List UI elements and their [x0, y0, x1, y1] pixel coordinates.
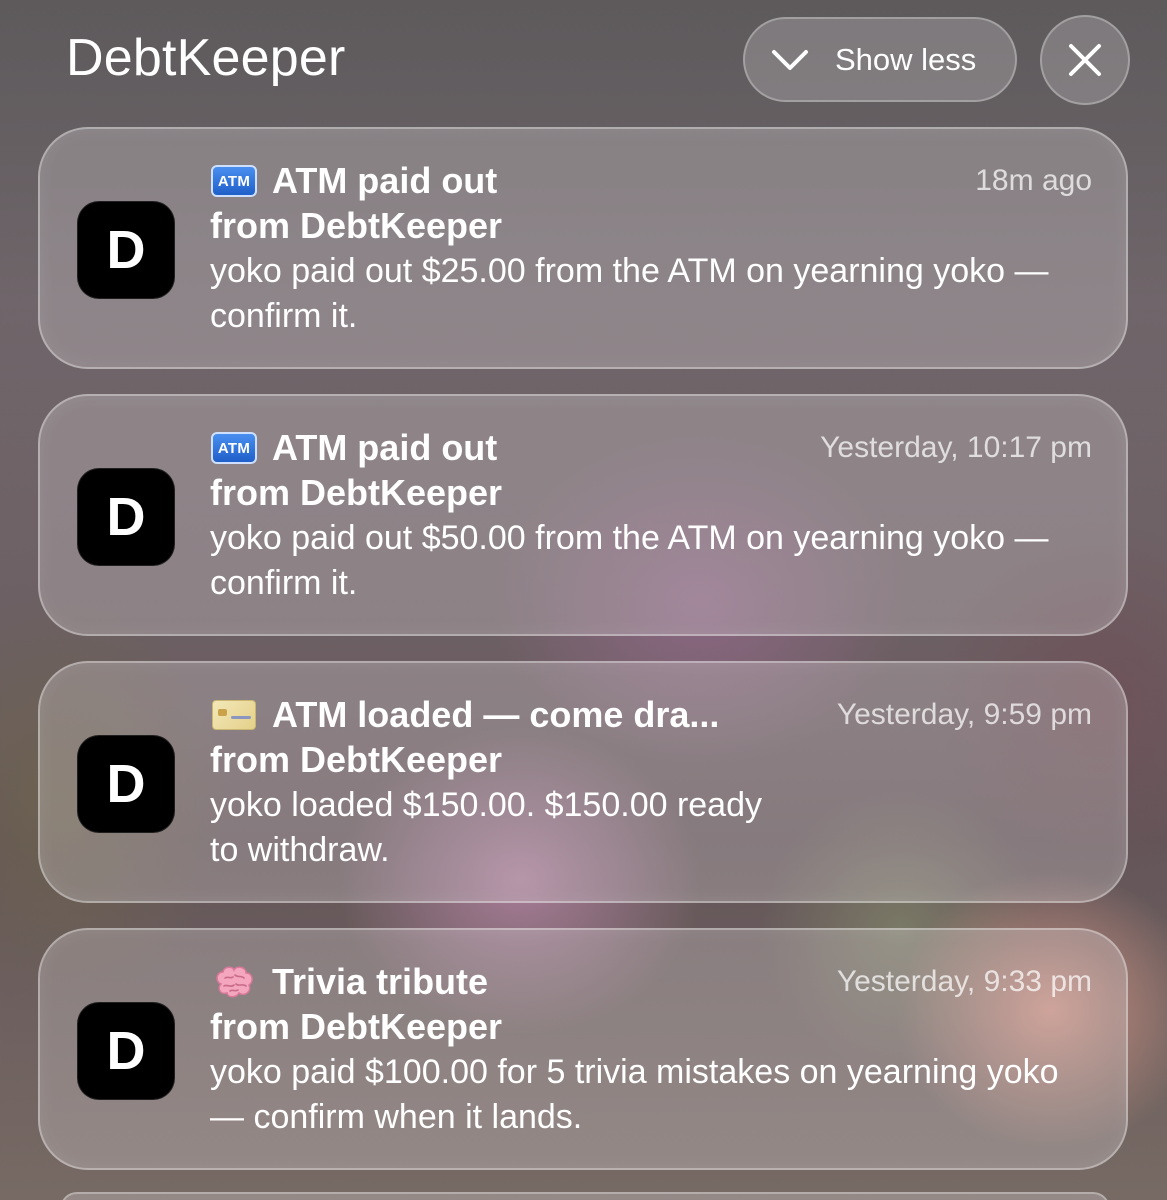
notification-title: Trivia tribute: [272, 961, 489, 1002]
notification-title: ATM loaded — come dra...: [272, 694, 720, 735]
next-notification-card[interactable]: [60, 1192, 1110, 1200]
notification-body-line: to withdraw.: [210, 831, 390, 869]
notification-body: yoko loaded $150.00. $150.00 ready to wi…: [210, 783, 1090, 873]
credit-card-icon: [210, 697, 258, 733]
app-icon-avatar: D: [77, 468, 175, 566]
notification-body: yoko paid out $50.00 from the ATM on yea…: [210, 519, 1049, 602]
notification-card[interactable]: D ATM loaded — come dra... Yesterday, 9:…: [38, 661, 1128, 903]
notification-body-line: yoko loaded $150.00. $150.00 ready: [210, 786, 763, 824]
chevron-down-icon: [772, 49, 808, 70]
notification-time: 18m ago: [975, 164, 1092, 197]
notification-time: Yesterday, 9:59 pm: [836, 698, 1092, 731]
notification-card[interactable]: D Trivia tribute Yesterday, 9:33 pm from…: [38, 928, 1128, 1170]
notification-card[interactable]: D ATM ATM paid out Yesterday, 10:17 pm f…: [38, 394, 1128, 636]
app-icon-avatar: D: [77, 735, 175, 833]
atm-icon: ATM: [210, 163, 258, 199]
close-icon: [1069, 44, 1101, 76]
notification-title: ATM paid out: [272, 427, 498, 468]
notification-source: from DebtKeeper: [210, 205, 503, 246]
notification-header: ATM ATM paid out Yesterday, 10:17 pm: [210, 426, 1092, 470]
notification-time: Yesterday, 10:17 pm: [820, 431, 1092, 464]
atm-icon: ATM: [210, 430, 258, 466]
notification-title: ATM paid out: [272, 160, 498, 201]
notification-header: ATM loaded — come dra... Yesterday, 9:59…: [210, 693, 1092, 737]
notification-body: yoko paid out $25.00 from the ATM on yea…: [210, 252, 1049, 335]
show-less-label: Show less: [835, 41, 977, 77]
notification-card[interactable]: D ATM ATM paid out 18m ago from DebtKeep…: [38, 127, 1128, 369]
notification-source: from DebtKeeper: [210, 1006, 503, 1047]
notification-header: Trivia tribute Yesterday, 9:33 pm: [210, 960, 1092, 1004]
notification-body: yoko paid $100.00 for 5 trivia mistakes …: [210, 1053, 1059, 1136]
app-icon-avatar: D: [77, 1002, 175, 1100]
app-title: DebtKeeper: [66, 29, 346, 87]
notification-source: from DebtKeeper: [210, 739, 503, 780]
close-button[interactable]: [1040, 15, 1130, 105]
notification-header: ATM ATM paid out 18m ago: [210, 159, 1092, 203]
app-icon-avatar: D: [77, 201, 175, 299]
notification-time: Yesterday, 9:33 pm: [836, 965, 1092, 998]
brain-icon: [210, 964, 258, 1000]
show-less-button[interactable]: Show less: [743, 17, 1017, 102]
notification-source: from DebtKeeper: [210, 472, 503, 513]
